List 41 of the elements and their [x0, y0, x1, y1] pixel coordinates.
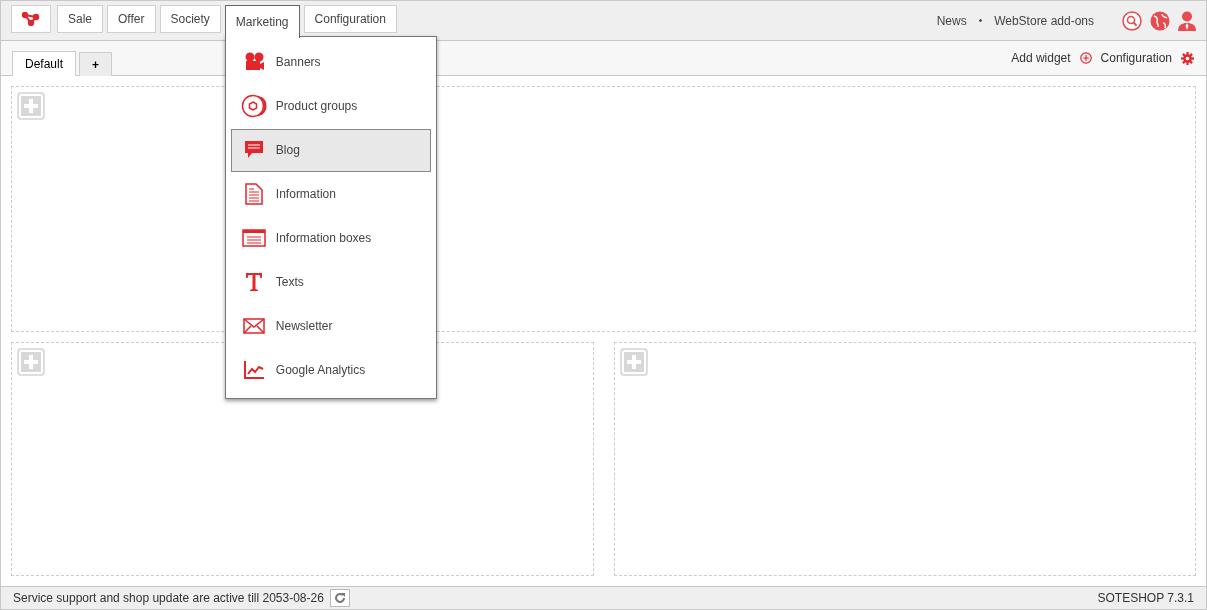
menu-item[interactable]: Banners [230, 40, 431, 84]
add-widget-link[interactable]: Add widget [1011, 51, 1071, 65]
document-icon [244, 183, 263, 205]
plus-icon [624, 353, 643, 371]
refresh-button[interactable] [329, 589, 350, 607]
menu-item[interactable]: Google Analytics [230, 348, 431, 392]
settings-icon[interactable] [1181, 51, 1194, 65]
menu-item[interactable]: Information [230, 172, 431, 216]
plus-circle-icon [1079, 52, 1092, 64]
menu-item[interactable]: Product groups [230, 84, 431, 128]
speech-bubble-icon [242, 140, 265, 160]
nav-tab[interactable]: Marketing [224, 4, 300, 38]
nav-tab[interactable]: Configuration [303, 4, 397, 33]
nav-tab[interactable]: Sale [57, 4, 104, 33]
search-icon[interactable] [1122, 10, 1142, 31]
dashboard-tab[interactable]: + [79, 52, 113, 76]
menu-item[interactable]: Blog [230, 128, 431, 172]
status-message: Service support and shop update are active till 2053-08-26 [13, 591, 324, 605]
dashboard-tab[interactable]: Default [12, 51, 77, 76]
version-label: SOTESHOP 7.3.1 [1097, 591, 1194, 605]
plus-icon [22, 97, 40, 115]
refresh-icon [333, 592, 346, 604]
header-link[interactable]: News [936, 13, 967, 28]
menu-item[interactable]: Information boxes [230, 216, 431, 260]
line-chart-icon [242, 360, 265, 380]
window-box-icon [241, 229, 266, 247]
cube-coin-icon [240, 94, 267, 118]
menu-item[interactable]: Newsletter [230, 304, 431, 348]
menu-item[interactable]: Texts [230, 260, 431, 304]
separator-dot: • [978, 15, 983, 26]
user-icon[interactable] [1178, 10, 1196, 31]
configuration-link[interactable]: Configuration [1100, 51, 1172, 65]
header-link[interactable]: WebStore add-ons [994, 13, 1094, 28]
envelope-icon [242, 318, 265, 334]
logo-button[interactable] [11, 4, 51, 33]
plus-icon [22, 353, 40, 371]
network-logo-icon [22, 11, 40, 26]
nav-tab[interactable]: Society [159, 4, 221, 33]
letter-t-icon [244, 272, 263, 292]
globe-icon[interactable] [1150, 10, 1170, 31]
nav-tab[interactable]: Offer [107, 4, 156, 33]
